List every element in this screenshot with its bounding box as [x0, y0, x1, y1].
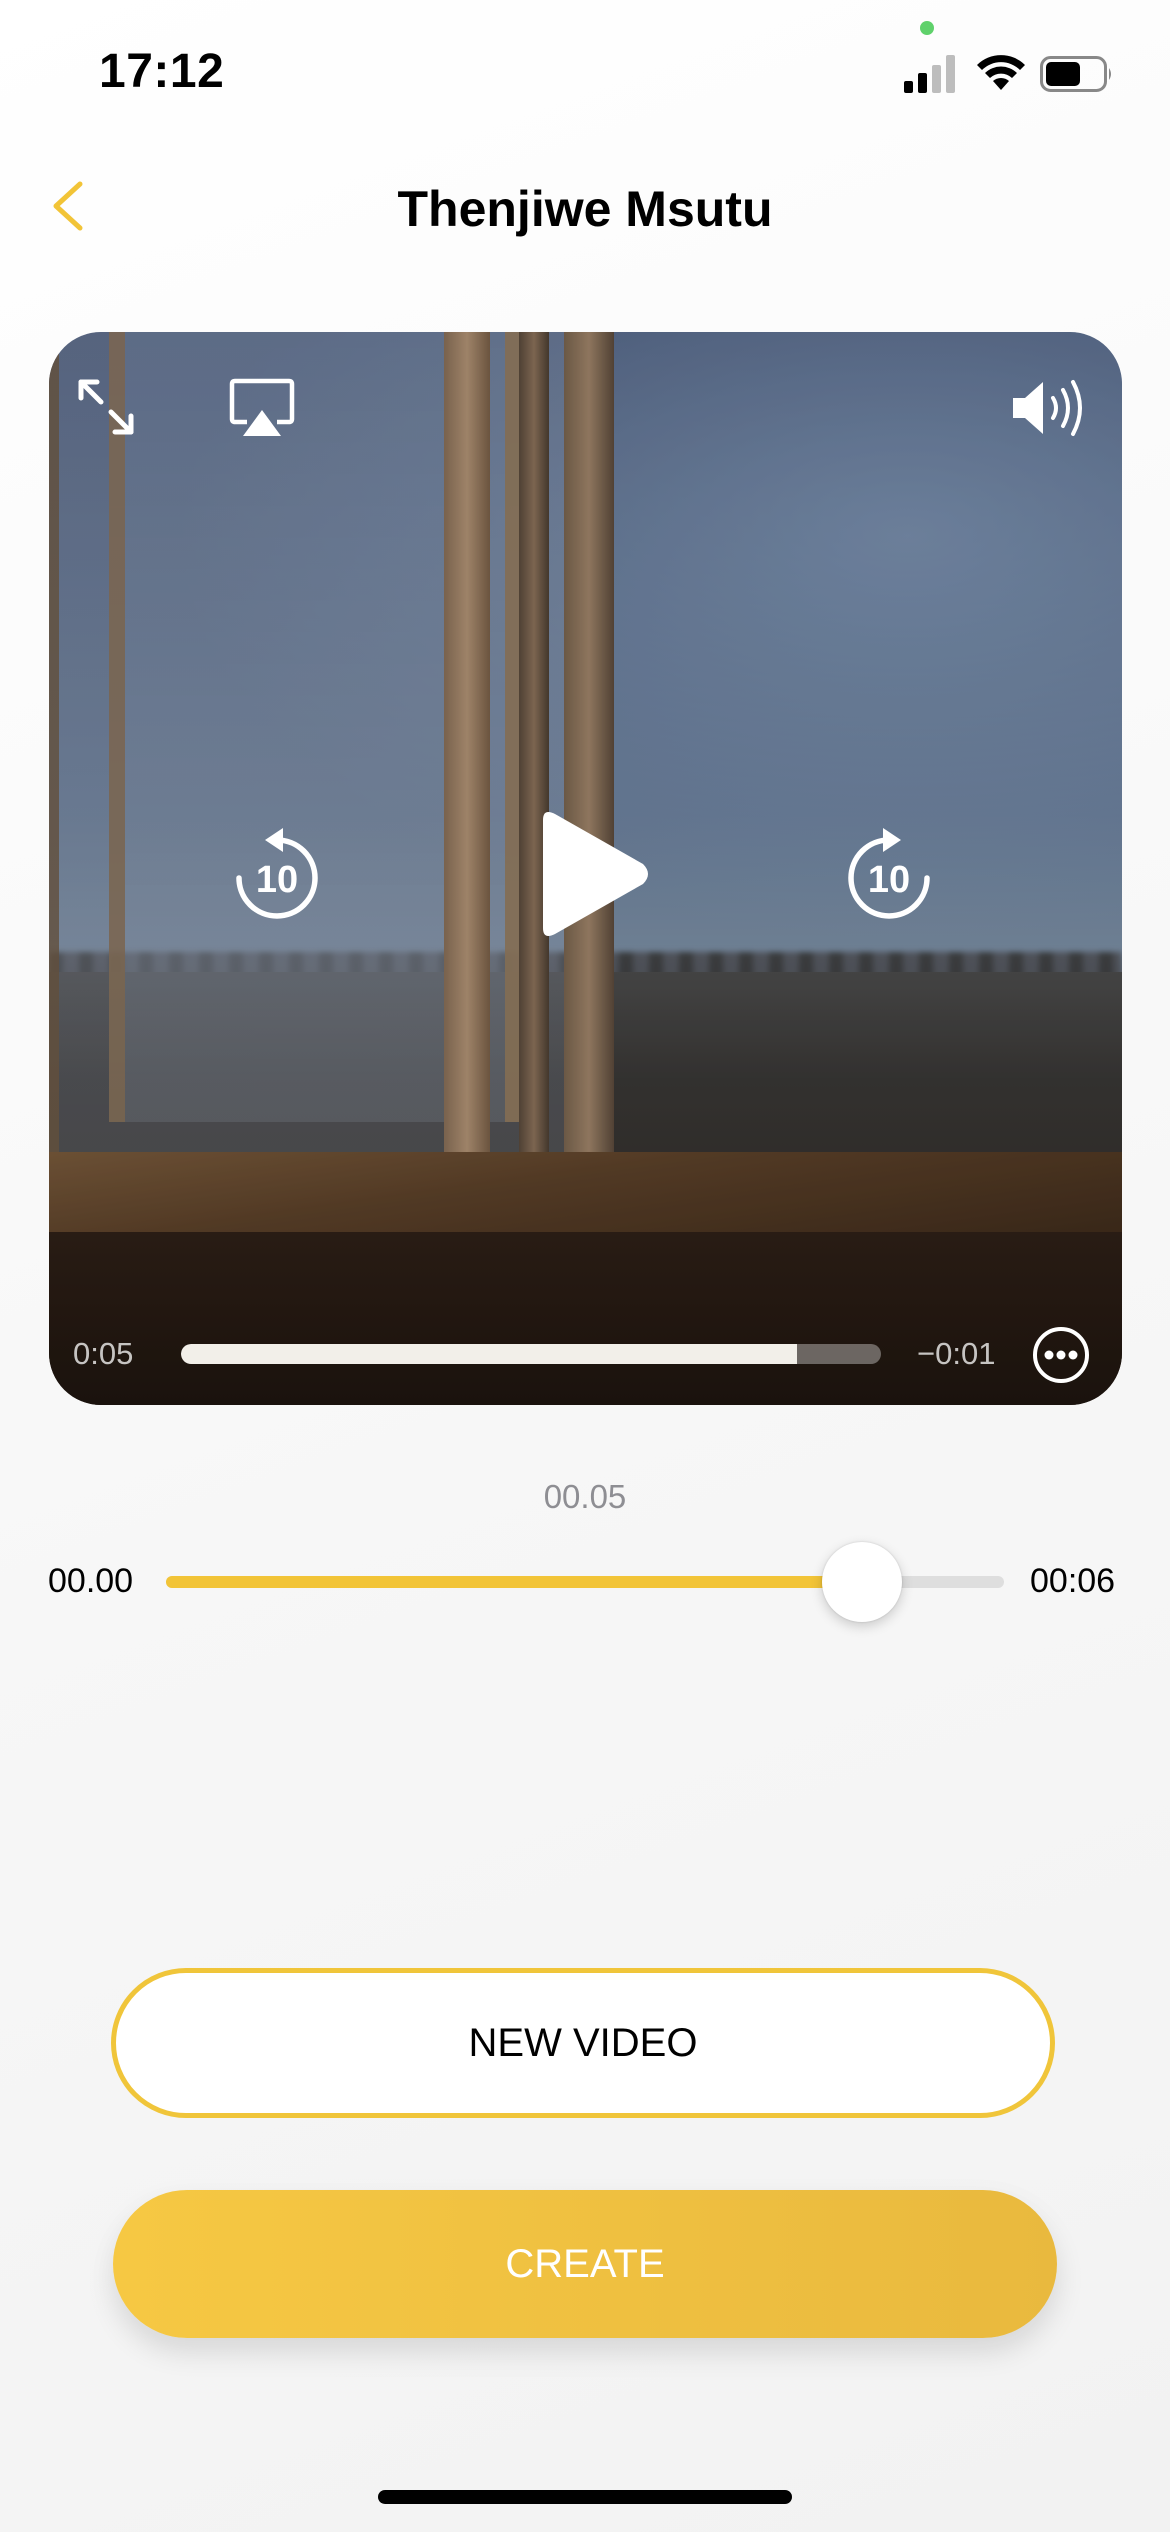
cellular-signal-icon: [904, 55, 955, 93]
airplay-button[interactable]: [229, 378, 295, 440]
slider-end-label: 00:06: [1030, 1562, 1116, 1600]
home-indicator: [378, 2490, 792, 2504]
playback-progress: [181, 1344, 797, 1364]
skip-back-seconds: 10: [256, 859, 298, 901]
more-icon: [1033, 1327, 1089, 1383]
volume-icon: [1013, 380, 1082, 436]
time-slider-fill: [166, 1576, 862, 1588]
camera-in-use-indicator: [920, 21, 934, 35]
page-title: Thenjiwe Msutu: [397, 181, 773, 237]
fullscreen-button[interactable]: [73, 374, 139, 440]
video-player[interactable]: 10 10 0:05 −0:01: [49, 332, 1122, 1405]
slider-start-label: 00.00: [48, 1562, 134, 1600]
skip-back-button[interactable]: 10: [231, 824, 323, 928]
new-video-button[interactable]: NEW VIDEO: [111, 1968, 1055, 2118]
skip-forward-button[interactable]: 10: [843, 824, 935, 928]
time-slider-thumb[interactable]: [821, 1542, 902, 1622]
fullscreen-icon: [78, 379, 134, 435]
airplay-icon: [229, 378, 295, 436]
play-icon: [543, 812, 648, 936]
battery-icon: [1040, 56, 1111, 92]
playback-scrubber[interactable]: [181, 1344, 881, 1364]
skip-forward-seconds: 10: [868, 859, 910, 901]
slider-current-value: 00.05: [543, 1478, 627, 1515]
skip-back-10-icon: 10: [236, 828, 318, 919]
more-options-button[interactable]: [1032, 1326, 1090, 1384]
create-button[interactable]: CREATE: [113, 2190, 1057, 2338]
play-button[interactable]: [529, 806, 655, 942]
wifi-icon: [977, 55, 1025, 90]
status-time: 17:12: [99, 45, 225, 98]
remaining-time: −0:01: [917, 1336, 996, 1371]
skip-forward-10-icon: 10: [848, 828, 930, 919]
elapsed-time: 0:05: [73, 1336, 134, 1371]
volume-button[interactable]: [1009, 376, 1093, 440]
